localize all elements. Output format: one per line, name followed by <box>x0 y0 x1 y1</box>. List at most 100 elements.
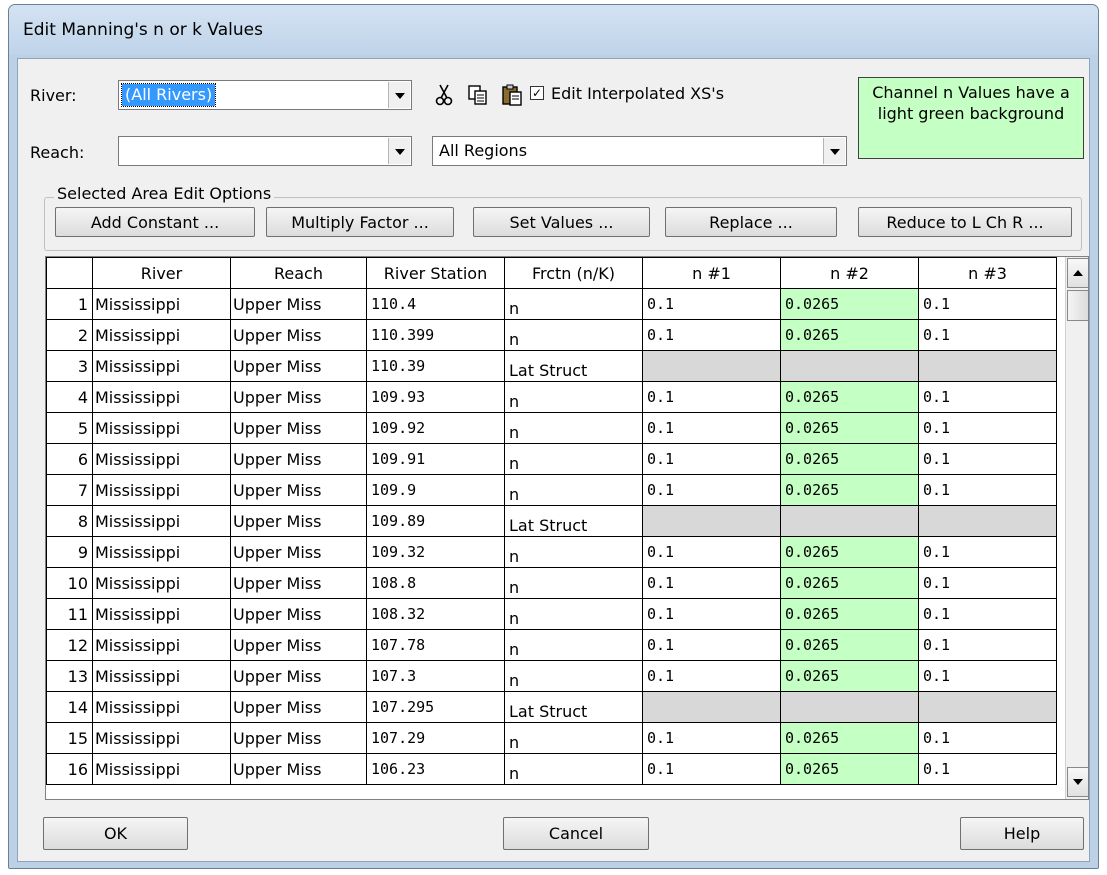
table-row[interactable]: 8 Mississippi Upper Miss 109.89 Lat Struct <box>46 505 1057 537</box>
station-cell[interactable]: 109.92 <box>366 412 505 444</box>
data-grid[interactable]: River Reach River Station Frctn (n/K) n … <box>45 256 1089 800</box>
table-row[interactable]: 3 Mississippi Upper Miss 110.39 Lat Struct <box>46 350 1057 382</box>
frctn-cell[interactable]: n <box>504 567 643 599</box>
n3-cell[interactable]: 0.1 <box>918 288 1057 320</box>
cancel-button[interactable]: Cancel <box>503 817 649 850</box>
row-number[interactable]: 15 <box>46 722 93 754</box>
reach-cell[interactable]: Upper Miss <box>230 567 367 599</box>
set-values-button[interactable]: Set Values ... <box>473 207 650 237</box>
frctn-cell[interactable]: n <box>504 474 643 506</box>
river-cell[interactable]: Mississippi <box>92 753 231 785</box>
river-select[interactable]: (All Rivers) <box>118 80 412 110</box>
n2-cell[interactable]: 0.0265 <box>780 598 919 630</box>
reach-cell[interactable]: Upper Miss <box>230 505 367 537</box>
edit-interpolated-checkbox[interactable]: ✓ <box>530 86 544 100</box>
cut-button[interactable] <box>432 80 456 110</box>
table-row[interactable]: 7 Mississippi Upper Miss 109.9 n 0.1 0.0265 0.1 <box>46 474 1057 506</box>
frctn-cell[interactable]: n <box>504 443 643 475</box>
river-cell[interactable]: Mississippi <box>92 505 231 537</box>
reach-select[interactable] <box>118 136 412 166</box>
scroll-thumb[interactable] <box>1067 290 1088 321</box>
reach-cell[interactable]: Upper Miss <box>230 629 367 661</box>
table-row[interactable]: 14 Mississippi Upper Miss 107.295 Lat Struct <box>46 691 1057 723</box>
column-header[interactable]: n #2 <box>780 257 919 289</box>
row-number[interactable]: 13 <box>46 660 93 692</box>
frctn-cell[interactable]: n <box>504 288 643 320</box>
column-header[interactable] <box>46 257 93 289</box>
n1-cell[interactable]: 0.1 <box>642 381 781 413</box>
column-header[interactable]: River <box>92 257 231 289</box>
paste-button[interactable] <box>500 80 524 110</box>
table-row[interactable]: 11 Mississippi Upper Miss 108.32 n 0.1 0.0265 0… <box>46 598 1057 630</box>
river-cell[interactable]: Mississippi <box>92 567 231 599</box>
vertical-scrollbar[interactable] <box>1065 257 1088 799</box>
row-number[interactable]: 8 <box>46 505 93 537</box>
table-row[interactable]: 12 Mississippi Upper Miss 107.78 n 0.1 0.0265 0… <box>46 629 1057 661</box>
reach-cell[interactable]: Upper Miss <box>230 753 367 785</box>
n2-cell[interactable]: 0.0265 <box>780 319 919 351</box>
reach-cell[interactable]: Upper Miss <box>230 598 367 630</box>
n1-cell[interactable]: 0.1 <box>642 753 781 785</box>
n2-cell[interactable]: 0.0265 <box>780 536 919 568</box>
river-cell[interactable]: Mississippi <box>92 691 231 723</box>
n2-cell[interactable] <box>780 505 919 537</box>
n2-cell[interactable]: 0.0265 <box>780 443 919 475</box>
river-cell[interactable]: Mississippi <box>92 381 231 413</box>
table-row[interactable]: 16 Mississippi Upper Miss 106.23 n 0.1 0.0265 0… <box>46 753 1057 785</box>
n3-cell[interactable]: 0.1 <box>918 629 1057 661</box>
n1-cell[interactable]: 0.1 <box>642 598 781 630</box>
station-cell[interactable]: 107.29 <box>366 722 505 754</box>
n1-cell[interactable]: 0.1 <box>642 412 781 444</box>
n3-cell[interactable]: 0.1 <box>918 722 1057 754</box>
scroll-up-button[interactable] <box>1067 258 1088 288</box>
n3-cell[interactable] <box>918 350 1057 382</box>
n3-cell[interactable]: 0.1 <box>918 753 1057 785</box>
n2-cell[interactable] <box>780 350 919 382</box>
n3-cell[interactable]: 0.1 <box>918 319 1057 351</box>
n3-cell[interactable]: 0.1 <box>918 474 1057 506</box>
table-row[interactable]: 6 Mississippi Upper Miss 109.91 n 0.1 0.0265 0.… <box>46 443 1057 475</box>
station-cell[interactable]: 106.23 <box>366 753 505 785</box>
ok-button[interactable]: OK <box>43 817 188 850</box>
region-select[interactable]: All Regions <box>432 136 847 166</box>
frctn-cell[interactable]: Lat Struct <box>504 691 643 723</box>
n3-cell[interactable]: 0.1 <box>918 598 1057 630</box>
station-cell[interactable]: 109.32 <box>366 536 505 568</box>
row-number[interactable]: 7 <box>46 474 93 506</box>
n1-cell[interactable]: 0.1 <box>642 319 781 351</box>
station-cell[interactable]: 107.295 <box>366 691 505 723</box>
river-cell[interactable]: Mississippi <box>92 474 231 506</box>
row-number[interactable]: 14 <box>46 691 93 723</box>
river-dropdown-button[interactable] <box>388 82 410 108</box>
river-cell[interactable]: Mississippi <box>92 443 231 475</box>
station-cell[interactable]: 110.399 <box>366 319 505 351</box>
table-row[interactable]: 13 Mississippi Upper Miss 107.3 n 0.1 0.0265 0.… <box>46 660 1057 692</box>
table-row[interactable]: 15 Mississippi Upper Miss 107.29 n 0.1 0.0265 0… <box>46 722 1057 754</box>
station-cell[interactable]: 109.89 <box>366 505 505 537</box>
frctn-cell[interactable]: n <box>504 536 643 568</box>
river-cell[interactable]: Mississippi <box>92 598 231 630</box>
frctn-cell[interactable]: n <box>504 412 643 444</box>
multiply-factor-button[interactable]: Multiply Factor ... <box>266 207 454 237</box>
n2-cell[interactable]: 0.0265 <box>780 474 919 506</box>
n2-cell[interactable]: 0.0265 <box>780 660 919 692</box>
reach-cell[interactable]: Upper Miss <box>230 536 367 568</box>
river-cell[interactable]: Mississippi <box>92 350 231 382</box>
reach-cell[interactable]: Upper Miss <box>230 350 367 382</box>
frctn-cell[interactable]: n <box>504 722 643 754</box>
n3-cell[interactable]: 0.1 <box>918 412 1057 444</box>
frctn-cell[interactable]: n <box>504 381 643 413</box>
n1-cell[interactable]: 0.1 <box>642 288 781 320</box>
station-cell[interactable]: 107.78 <box>366 629 505 661</box>
reach-cell[interactable]: Upper Miss <box>230 319 367 351</box>
frctn-cell[interactable]: Lat Struct <box>504 505 643 537</box>
n1-cell[interactable]: 0.1 <box>642 567 781 599</box>
region-dropdown-button[interactable] <box>823 138 845 164</box>
n1-cell[interactable]: 0.1 <box>642 629 781 661</box>
row-number[interactable]: 12 <box>46 629 93 661</box>
reach-cell[interactable]: Upper Miss <box>230 412 367 444</box>
n3-cell[interactable]: 0.1 <box>918 660 1057 692</box>
row-number[interactable]: 2 <box>46 319 93 351</box>
column-header[interactable]: n #1 <box>642 257 781 289</box>
station-cell[interactable]: 109.91 <box>366 443 505 475</box>
